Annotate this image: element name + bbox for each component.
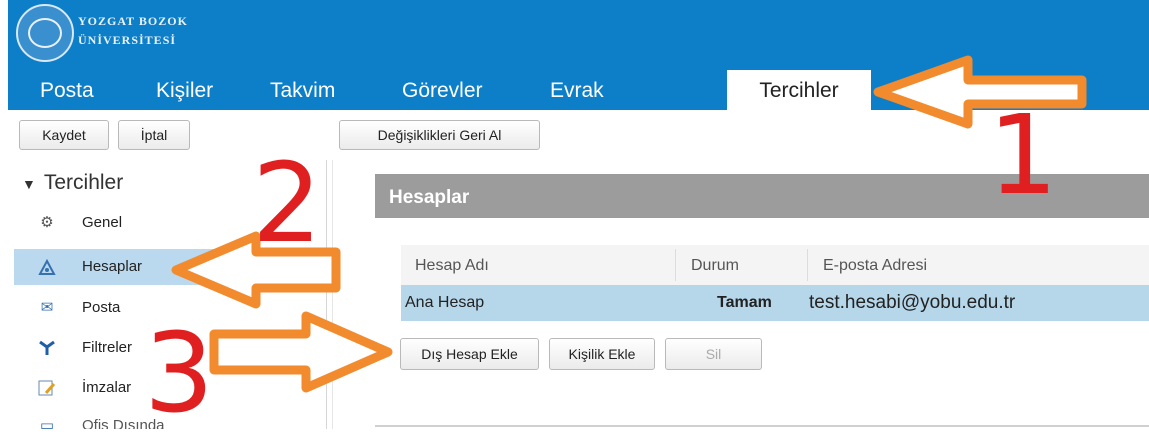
annotation-number-1: 1 — [988, 91, 1058, 219]
annotation-arrow-3 — [209, 311, 393, 393]
annotation-number-3: 3 — [144, 309, 214, 437]
annotation-number-2: 2 — [252, 139, 322, 267]
